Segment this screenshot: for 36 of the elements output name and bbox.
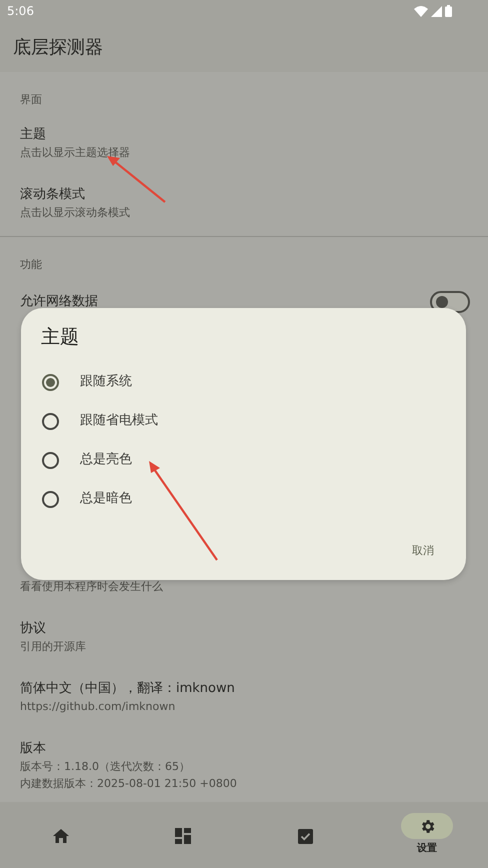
radio-button[interactable] [42,490,59,508]
setting-title[interactable]: 版本 [20,740,468,758]
setting-title[interactable]: 协议 [20,620,468,638]
section-header: 界面 [19,92,43,108]
signal-icon [431,6,442,16]
home-icon [53,829,69,843]
radio-button[interactable] [42,374,59,390]
setting-description: 点击以显示滚动条模式 [20,205,131,221]
setting-title[interactable]: 主题 [20,126,468,144]
setting-description: 点击以显示主题选择器 [20,145,131,161]
setting-description: 引用的开源库 [20,639,87,655]
dialog-title: 主题 [41,326,80,348]
option-label[interactable]: 跟随省电模式 [80,410,158,432]
option-label[interactable]: 跟随系统 [80,371,132,393]
setting-title[interactable]: 允许网络数据 [20,293,430,311]
nav-tab[interactable] [401,813,453,839]
setting-title[interactable]: 滚动条模式 [20,186,468,204]
radio-button[interactable] [42,412,59,430]
option-label[interactable]: 总是暗色 [80,488,132,510]
section-header: 功能 [19,257,43,273]
radio-button[interactable] [42,452,59,468]
setting-description: https://github.com/imknown [20,699,176,715]
setting-description: 版本号：1.18.0（迭代次数：65） [20,759,191,775]
option-label[interactable]: 总是亮色 [80,449,132,471]
app-title: 底层探测器 [13,36,103,59]
annotation-arrow [107,156,166,203]
setting-description: 看看使用本程序时会发生什么 [20,579,164,595]
cancel-button[interactable]: 取消 [400,539,446,562]
checkbox-icon [298,828,312,844]
status-time: 5:06 [7,4,34,18]
wifi-icon [414,6,428,16]
setting-description: 内建数据版本：2025-08-01 21:50 +0800 [20,776,238,792]
battery-icon [445,5,452,17]
nav-label: 设置 [417,842,437,855]
dashboard-icon [175,828,191,844]
setting-title[interactable]: 简体中文（中国），翻译：imknown [20,680,468,698]
